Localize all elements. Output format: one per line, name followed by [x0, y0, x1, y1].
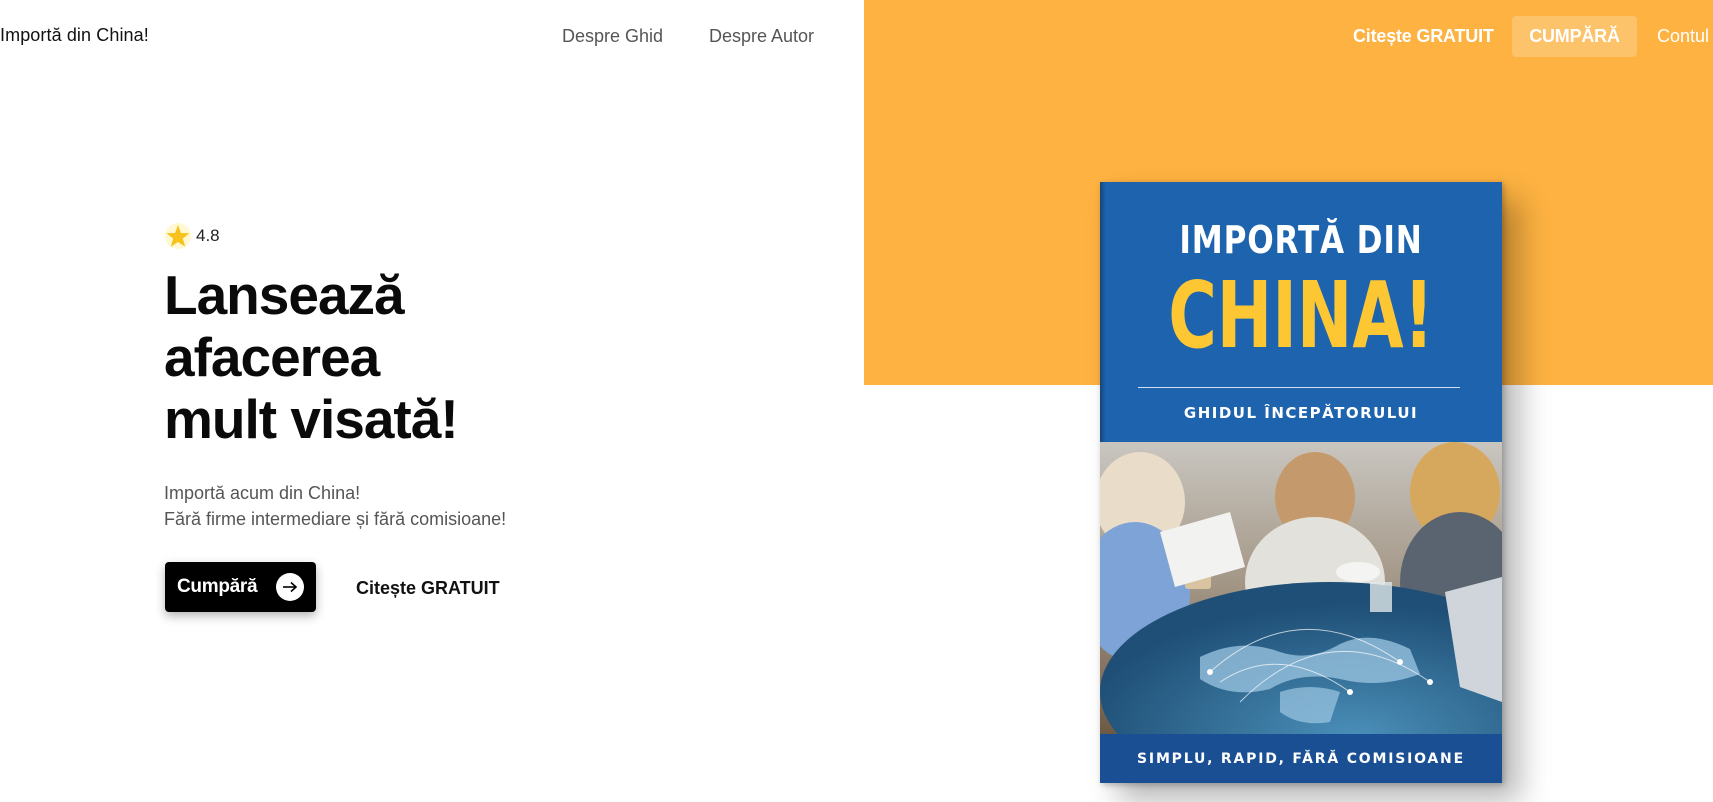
arrow-right-icon	[276, 573, 304, 601]
buy-button[interactable]: Cumpără	[165, 562, 316, 612]
book-divider	[1138, 387, 1460, 388]
book-cover: IMPORTĂ DIN CHINA! GHIDUL ÎNCEPĂTORULUI	[1100, 182, 1502, 783]
nav-despre-ghid[interactable]: Despre Ghid	[562, 26, 663, 47]
hero-headline: Lansează afacerea mult visată!	[164, 264, 764, 450]
subtext-line: Importă acum din China!	[164, 483, 361, 503]
rating: 4.8	[164, 222, 220, 250]
book-subtitle: GHIDUL ÎNCEPĂTORULUI	[1183, 404, 1419, 422]
headline-line: afacerea	[164, 326, 380, 388]
read-free-link[interactable]: Citește GRATUIT	[356, 578, 500, 599]
nav-despre-autor[interactable]: Despre Autor	[709, 26, 814, 47]
book-footer: SIMPLU, RAPID, FĂRĂ COMISIOANE	[1100, 734, 1502, 783]
book-title-line2: CHINA!	[1168, 262, 1434, 369]
book-title-line1: IMPORTĂ DIN	[1179, 218, 1423, 262]
nav-buy-button[interactable]: CUMPĂRĂ	[1512, 16, 1637, 57]
headline-line: mult visată!	[164, 388, 459, 450]
headline-line: Lansează	[164, 264, 405, 326]
hero-subtext: Importă acum din China! Fără firme inter…	[164, 480, 506, 532]
subtext-line: Fără firme intermediare și fără comisioa…	[164, 509, 507, 529]
buy-button-label: Cumpără	[177, 576, 258, 597]
rating-value: 4.8	[196, 226, 220, 245]
nav-account[interactable]: Contul	[1657, 26, 1713, 47]
book-footer-text: SIMPLU, RAPID, FĂRĂ COMISIOANE	[1137, 750, 1465, 767]
book-cover-photo	[1100, 442, 1502, 734]
nav-read-free[interactable]: Citește GRATUIT	[1353, 26, 1494, 47]
brand-logo[interactable]: Importă din China!	[0, 25, 149, 46]
star-icon	[165, 223, 191, 249]
